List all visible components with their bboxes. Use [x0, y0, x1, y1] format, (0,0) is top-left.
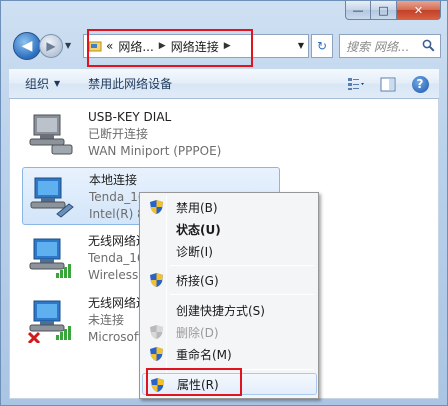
change-view-button[interactable] — [347, 75, 365, 93]
recent-pages-dropdown[interactable]: ▼ — [65, 41, 71, 50]
address-highlight-box — [87, 29, 253, 67]
menu-item-label: 创建快捷方式(S) — [176, 303, 265, 318]
view-controls: ? — [333, 75, 429, 93]
back-button[interactable]: ◀ — [13, 32, 41, 60]
maximize-button[interactable]: □ — [371, 1, 397, 20]
caption-buttons: — □ ✕ — [345, 1, 441, 20]
menu-item-bridge[interactable]: 桥接(G) — [142, 269, 317, 291]
menu-item-label: 桥接(G) — [176, 273, 219, 288]
view-options-icon — [348, 78, 364, 90]
menu-item-diagnose[interactable]: 诊断(I) — [142, 240, 317, 262]
menu-item-delete: 删除(D) — [142, 321, 317, 343]
ethernet-computer-icon — [30, 177, 74, 218]
wireless-disconnected-icon — [28, 300, 71, 343]
preview-pane-icon — [380, 77, 396, 91]
connection-details: USB-KEY DIAL 已断开连接 WAN Miniport (PPPOE) — [88, 109, 221, 160]
refresh-button[interactable]: ↻ — [311, 34, 333, 58]
menu-item-label: 重命名(M) — [176, 347, 232, 362]
menu-item-label: 删除(D) — [176, 325, 219, 340]
search-placeholder: 搜索 网络... — [346, 39, 410, 54]
minimize-button[interactable]: — — [345, 1, 371, 20]
help-icon: ? — [411, 75, 429, 93]
close-button[interactable]: ✕ — [397, 1, 441, 20]
command-bar: 组织 ▼ 禁用此网络设备 ? — [9, 69, 439, 99]
uac-shield-icon — [150, 200, 163, 214]
menu-item-rename[interactable]: 重命名(M) — [142, 343, 317, 365]
organize-label: 组织 — [25, 77, 50, 91]
preview-pane-button[interactable] — [379, 75, 397, 93]
menu-item-label: 诊断(I) — [176, 244, 213, 259]
menu-item-create-shortcut[interactable]: 创建快捷方式(S) — [142, 299, 317, 321]
explorer-window: — □ ✕ ◀ ▶ ▼ « 网络... ▶ 网络连接 ▶ ▼ ↻ 搜索 网络..… — [0, 0, 448, 406]
menu-separator — [170, 294, 314, 295]
forward-button[interactable]: ▶ — [39, 34, 63, 58]
menu-item-label: 状态(U) — [176, 222, 221, 237]
disable-device-button[interactable]: 禁用此网络设备 — [88, 75, 172, 92]
connection-name: 本地连接 — [89, 173, 138, 187]
connection-name: USB-KEY DIAL — [88, 110, 172, 124]
connection-item[interactable]: USB-KEY DIAL 已断开连接 WAN Miniport (PPPOE) — [22, 105, 280, 163]
help-button[interactable]: ? — [411, 75, 429, 93]
chevron-down-icon: ▼ — [54, 79, 61, 88]
search-input[interactable]: 搜索 网络... — [339, 34, 441, 58]
wireless-computer-icon — [29, 238, 71, 278]
search-icon[interactable] — [422, 39, 435, 52]
menu-separator — [170, 265, 314, 266]
connection-status: 已断开连接 — [88, 127, 149, 141]
uac-shield-icon — [150, 347, 163, 361]
disable-device-label: 禁用此网络设备 — [88, 77, 173, 91]
address-dropdown-icon[interactable]: ▼ — [298, 41, 304, 50]
dialup-computer-icon — [29, 114, 73, 155]
menu-item-status[interactable]: 状态(U) — [142, 218, 317, 240]
uac-shield-icon — [150, 325, 163, 339]
menu-item-label: 禁用(B) — [176, 200, 218, 215]
menu-item-disable[interactable]: 禁用(B) — [142, 196, 317, 218]
organize-menu-button[interactable]: 组织 ▼ — [25, 75, 60, 92]
properties-highlight-box — [146, 368, 242, 396]
connection-device: WAN Miniport (PPPOE) — [88, 144, 222, 158]
uac-shield-icon — [150, 273, 163, 287]
